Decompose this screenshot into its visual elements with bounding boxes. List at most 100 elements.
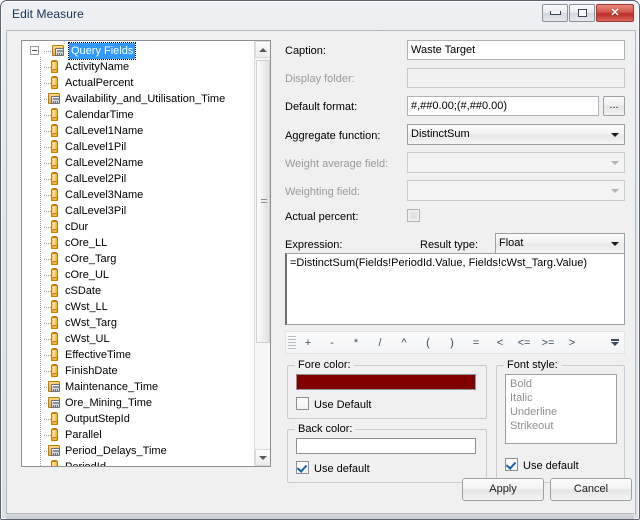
operator-button[interactable]: > [560,337,584,349]
title-bar[interactable]: Edit Measure ✕ [1,1,639,30]
minimize-icon [549,11,561,15]
tree-item[interactable]: ActivityName [22,59,255,75]
operator-button[interactable]: ^ [392,337,416,349]
tree-item-label: FinishDate [65,365,118,377]
tree-item[interactable]: cSDate [22,283,255,299]
restore-button[interactable] [569,4,595,22]
result-type-value: Float [499,237,524,249]
tree-item[interactable]: cOre_UL [22,267,255,283]
fore-color-group: Fore color: Use Default [287,359,487,419]
expression-textarea[interactable]: =DistinctSum(Fields!PeriodId.Value, Fiel… [285,253,625,325]
tree-item-container: Query Fields ActivityName ActualPercent Av… [22,42,255,467]
operator-toolbar[interactable]: + - * / ^() = < <= >= > [285,331,625,354]
tree-item-label: Ore_Mining_Time [65,397,153,409]
operator-button[interactable]: ) [440,337,464,349]
tree-item[interactable]: CalLevel2Pil [22,171,255,187]
calculated-folder-icon [48,444,61,458]
display-folder-input[interactable] [407,68,625,88]
fore-color-swatch[interactable] [296,374,476,390]
toolbar-grip-icon[interactable] [288,336,296,349]
minimize-button[interactable] [542,4,568,22]
tree-item-label: PeriodId [65,461,106,467]
font-style-option[interactable]: Italic [510,391,612,405]
tree-item[interactable]: Period_Delays_Time [22,443,255,459]
close-button[interactable]: ✕ [596,4,634,22]
tree-item[interactable]: CalLevel3Name [22,187,255,203]
aggregate-function-select[interactable]: DistinctSum [407,124,625,145]
weighting-field-select[interactable] [407,180,625,201]
tree-indent [26,379,53,395]
field-icon [48,460,61,466]
tree-item[interactable]: EffectiveTime [22,347,255,363]
tree-scrollbar[interactable] [254,41,270,466]
default-format-input[interactable]: #,##0.00;(#,##0.00) [407,96,599,116]
operator-button[interactable]: <= [512,337,536,349]
actual-percent-checkbox[interactable] [407,209,420,222]
tree-item[interactable]: Availability_and_Utilisation_Time [22,91,255,107]
query-fields-tree[interactable]: Query Fields ActivityName ActualPercent Av… [21,40,271,467]
back-color-swatch[interactable] [296,438,476,454]
font-style-option[interactable]: Strikeout [510,419,612,433]
tree-item[interactable]: OutputStepId [22,411,255,427]
field-icon [48,172,61,186]
tree-item[interactable]: cOre_Targ [22,251,255,267]
tree-indent [26,443,53,459]
tree-item[interactable]: PeriodId [22,459,255,467]
back-color-use-default-checkbox[interactable] [296,461,309,474]
operator-button[interactable]: >= [536,337,560,349]
scroll-up-button[interactable] [255,41,270,58]
collapse-icon[interactable] [30,46,39,55]
toolbar-overflow-button[interactable] [608,336,622,350]
tree-item[interactable]: cOre_LL [22,235,255,251]
caption-input[interactable]: Waste Target [407,40,625,60]
tree-item[interactable]: Parallel [22,427,255,443]
tree-item[interactable]: CalLevel3Pil [22,203,255,219]
tree-item-label: cWst_LL [65,301,108,313]
operator-button[interactable]: ( [416,337,440,349]
tree-item[interactable]: cWst_UL [22,331,255,347]
cancel-button[interactable]: Cancel [550,478,632,501]
font-style-option[interactable]: Bold [510,377,612,391]
operator-button[interactable]: * [344,337,368,349]
tree-indent [26,411,53,427]
tree-item[interactable]: CalLevel1Name [22,123,255,139]
calculated-folder-icon [48,92,61,106]
tree-root-query-fields[interactable]: Query Fields [22,42,255,60]
operator-button[interactable]: = [464,337,488,349]
operator-button[interactable]: / [368,337,392,349]
font-style-option[interactable]: Underline [510,405,612,419]
tree-item[interactable]: cWst_Targ [22,315,255,331]
tree-item[interactable]: FinishDate [22,363,255,379]
tree-item[interactable]: CalLevel1Pil [22,139,255,155]
scrollbar-thumb[interactable] [256,60,270,343]
operator-button[interactable]: - [320,337,344,349]
result-type-select[interactable]: Float [495,233,625,254]
tree-item[interactable]: cWst_LL [22,299,255,315]
font-style-listbox[interactable]: Bold Italic Underline Strikeout [505,374,617,444]
close-icon: ✕ [610,6,620,19]
tree-item-label: EffectiveTime [65,349,132,361]
scroll-down-button[interactable] [255,449,270,466]
tree-item[interactable]: CalLevel2Name [22,155,255,171]
field-icon [48,76,61,90]
tree-item[interactable]: ActualPercent [22,75,255,91]
operator-button[interactable]: + [296,337,320,349]
tree-indent [26,75,53,91]
apply-button[interactable]: Apply [462,478,544,501]
tree-item[interactable]: CalendarTime [22,107,255,123]
field-icon [48,412,61,426]
tree-indent [26,139,53,155]
scroll-down-icon [259,455,267,460]
tree-indent [26,347,53,363]
font-style-use-default-checkbox[interactable] [505,458,518,471]
tree-item[interactable]: Maintenance_Time [22,379,255,395]
tree-item[interactable]: Ore_Mining_Time [22,395,255,411]
tree-item[interactable]: cDur [22,219,255,235]
default-format-browse-button[interactable]: ... [603,96,625,116]
operator-button[interactable]: < [488,337,512,349]
weight-average-field-select[interactable] [407,152,625,173]
fore-color-use-default-checkbox[interactable] [296,397,309,410]
calculated-folder-icon [48,380,61,394]
field-icon [48,124,61,138]
font-style-group: Font style: Bold Italic Underline Strikeout… [496,359,625,483]
